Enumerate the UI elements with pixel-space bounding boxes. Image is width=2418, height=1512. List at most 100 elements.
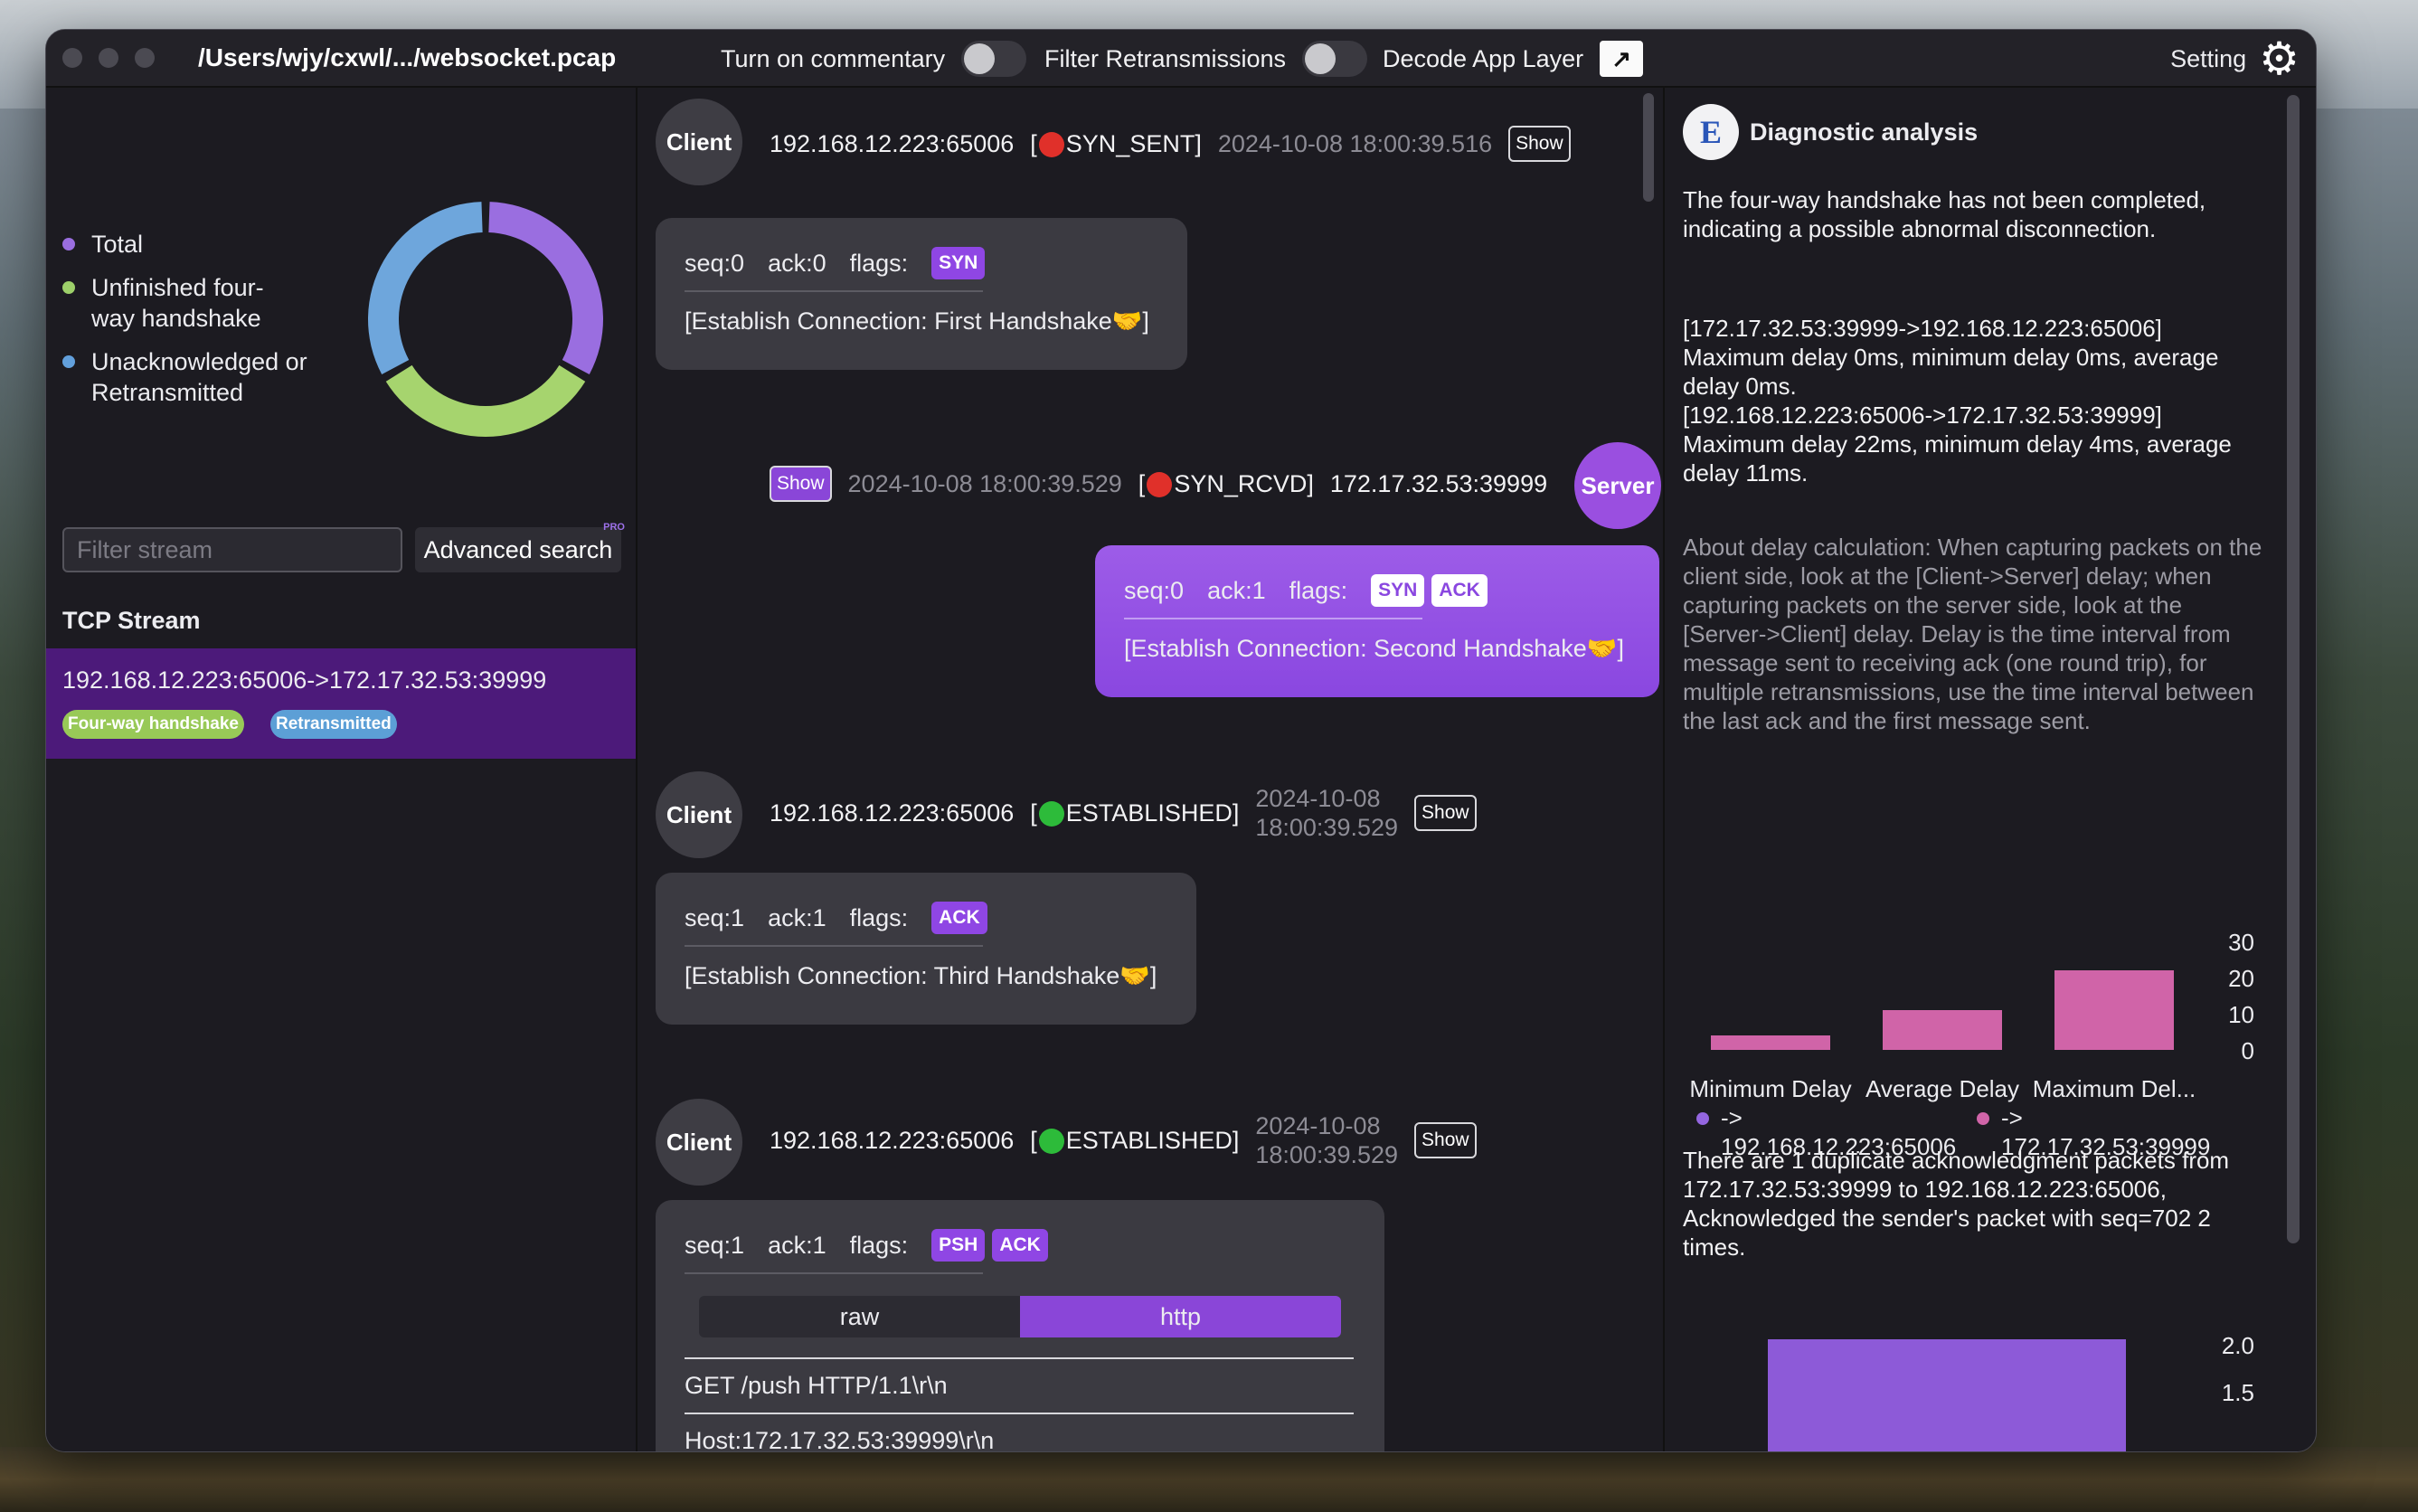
divider <box>685 290 983 292</box>
legend-item-unacknowledged[interactable]: Unacknowledged or Retransmitted <box>62 346 326 408</box>
client-avatar: Client <box>656 771 742 858</box>
setting-control[interactable]: Setting ⚙ <box>2170 30 2300 88</box>
packet-state: [ESTABLISHED] <box>1030 1126 1240 1155</box>
commentary-toggle[interactable] <box>961 41 1027 77</box>
flag-badge: ACK <box>1431 574 1488 607</box>
red-status-icon <box>1038 132 1064 158</box>
legend-dot <box>62 238 75 250</box>
handshake-tag: Four-way handshake <box>62 710 244 739</box>
bar-Minimum Delay[interactable] <box>1711 1035 1830 1050</box>
filter-retrans-control: Filter Retransmissions <box>1044 41 1368 77</box>
flag-badge: ACK <box>992 1229 1048 1262</box>
seq-value: seq:0 <box>685 249 745 277</box>
x-tick-label: Average Delay <box>1865 1075 2019 1102</box>
diagnostic-scrollbar[interactable] <box>2287 95 2300 1243</box>
x-tick-label: Maximum Del... <box>2033 1075 2196 1102</box>
stream-address: 192.168.12.223:65006->172.17.32.53:39999 <box>62 666 547 694</box>
packet-fields: seq:1 ack:1 flags: ACK <box>685 902 1167 934</box>
delay-summary: [172.17.32.53:39999->192.168.12.223:6500… <box>1683 314 2271 487</box>
delay-bar-chart: 0 10 20 30 Minimum Delay Average Delay Maximum… <box>1689 929 2254 1160</box>
commentary-label: Turn on commentary <box>721 44 946 72</box>
packet-scrollbar[interactable] <box>1643 93 1654 202</box>
packet-fields: seq:1 ack:1 flags: PSH ACK <box>685 1229 1355 1262</box>
packet-header: Show 2024-10-08 18:00:39.529 [SYN_RCVD] … <box>770 466 1547 502</box>
packet-timestamp: 2024-10-08 18:00:39.529 <box>1255 784 1398 842</box>
packet-timestamp: 2024-10-08 18:00:39.529 <box>1255 1111 1398 1169</box>
packet-address: 172.17.32.53:39999 <box>1329 469 1548 497</box>
decode-tabs: raw http <box>699 1296 1341 1337</box>
state-label: SYN_RCVD <box>1174 469 1308 497</box>
stream-list-item[interactable]: 192.168.12.223:65006->172.17.32.53:39999… <box>46 648 636 759</box>
legend-label: Unacknowledged or Retransmitted <box>91 348 307 406</box>
flag-badge: PSH <box>931 1229 986 1262</box>
filter-retrans-label: Filter Retransmissions <box>1044 44 1287 72</box>
minimize-window-button[interactable] <box>99 48 118 68</box>
advanced-search-button[interactable]: Advanced search PRO <box>415 522 625 572</box>
packet-clock: 18:00:39.529 <box>1255 814 1399 841</box>
green-status-icon <box>1038 1129 1064 1155</box>
bar-Average Delay[interactable] <box>1883 1010 2002 1050</box>
donut-slice-0[interactable] <box>488 202 603 375</box>
donut-slice-2[interactable] <box>368 202 483 375</box>
legend-item-total[interactable]: Total <box>62 229 326 260</box>
advanced-search-label: Advanced search <box>423 535 613 563</box>
state-label: ESTABLISHED <box>1065 1126 1233 1154</box>
packet-date: 2024-10-08 <box>1255 785 1381 812</box>
server-avatar: Server <box>1574 442 1661 529</box>
decode-label: Decode App Layer <box>1383 44 1584 72</box>
app-logo-icon: E <box>1683 104 1739 160</box>
decode-app-layer-button[interactable]: ↗ <box>1600 41 1644 77</box>
y-tick-label: 10 <box>2228 1001 2254 1028</box>
filter-stream-input[interactable] <box>62 527 402 572</box>
state-label: ESTABLISHED <box>1065 799 1233 827</box>
packet-bubble: seq:0 ack:0 flags: SYN [Establish Connec… <box>656 218 1187 370</box>
legend-dot <box>62 355 75 368</box>
close-window-button[interactable] <box>62 48 82 68</box>
duplicate-ack-text: There are 1 duplicate acknowledgment pac… <box>1683 1147 2230 1261</box>
delay-c2s-text: Maximum delay 0ms, minimum delay 0ms, av… <box>1683 344 2219 400</box>
packet-date: 2024-10-08 <box>1255 1112 1381 1139</box>
show-button[interactable]: Show <box>770 466 832 502</box>
tab-raw[interactable]: raw <box>699 1296 1020 1337</box>
app-window: /Users/wjy/cxwl/.../websocket.pcap Turn … <box>45 29 2317 1452</box>
ack-value: ack:0 <box>768 249 826 277</box>
show-button[interactable]: Show <box>1414 1122 1477 1158</box>
flag-badge: SYN <box>1371 574 1425 607</box>
state-label: SYN_SENT <box>1065 129 1195 157</box>
left-sidebar: Total Unfinished four-way handshake Unac… <box>46 88 638 1451</box>
file-path-title: /Users/wjy/cxwl/.../websocket.pcap <box>198 43 617 71</box>
packet-clock: 18:00:39.529 <box>1255 1141 1399 1168</box>
decode-control: Decode App Layer ↗ <box>1383 41 1644 77</box>
window-controls <box>62 48 155 68</box>
flags-label: flags: <box>849 1231 909 1259</box>
tab-http[interactable]: http <box>1020 1296 1341 1337</box>
show-button[interactable]: Show <box>1508 126 1571 162</box>
y-tick-label: 0 <box>2242 1037 2254 1064</box>
gear-icon[interactable]: ⚙ <box>2259 36 2300 81</box>
retransmitted-tag: Retransmitted <box>270 710 397 739</box>
zoom-window-button[interactable] <box>135 48 155 68</box>
bar-duplicate-ack[interactable] <box>1768 1339 2126 1452</box>
seq-value: seq:1 <box>685 1231 745 1259</box>
stream-donut-chart <box>368 202 603 437</box>
show-button[interactable]: Show <box>1414 795 1477 831</box>
x-tick-label: Minimum Delay <box>1689 1075 1851 1102</box>
packet-address: 192.168.12.223:65006 <box>770 129 1015 157</box>
delay-c2s-addr: [172.17.32.53:39999->192.168.12.223:6500… <box>1683 315 2162 342</box>
title-bar: /Users/wjy/cxwl/.../websocket.pcap Turn … <box>46 30 2316 88</box>
filter-retrans-toggle[interactable] <box>1302 41 1368 77</box>
donut-slice-1[interactable] <box>385 364 586 437</box>
packet-address: 192.168.12.223:65006 <box>770 1126 1015 1154</box>
packet-state: [SYN_SENT] <box>1030 129 1202 158</box>
diagnostic-panel: E Diagnostic analysis The four-way hands… <box>1667 88 2316 1452</box>
flags-label: flags: <box>1289 576 1348 604</box>
bar-Maximum Del...[interactable] <box>2054 970 2174 1050</box>
y-tick-label: 1.5 <box>2222 1379 2254 1406</box>
packet-header: 192.168.12.223:65006 [ESTABLISHED] 2024-… <box>770 784 1477 842</box>
packet-note: [Establish Connection: First Handshake🤝] <box>685 307 1149 335</box>
ack-value: ack:1 <box>768 1231 826 1259</box>
http-line: GET /push HTTP/1.1\r\n <box>685 1357 1354 1413</box>
legend-item-unfinished[interactable]: Unfinished four-way handshake <box>62 272 326 334</box>
flags-label: flags: <box>849 249 909 277</box>
packet-conversation-panel: Client 192.168.12.223:65006 [SYN_SENT] 2… <box>639 88 1665 1451</box>
